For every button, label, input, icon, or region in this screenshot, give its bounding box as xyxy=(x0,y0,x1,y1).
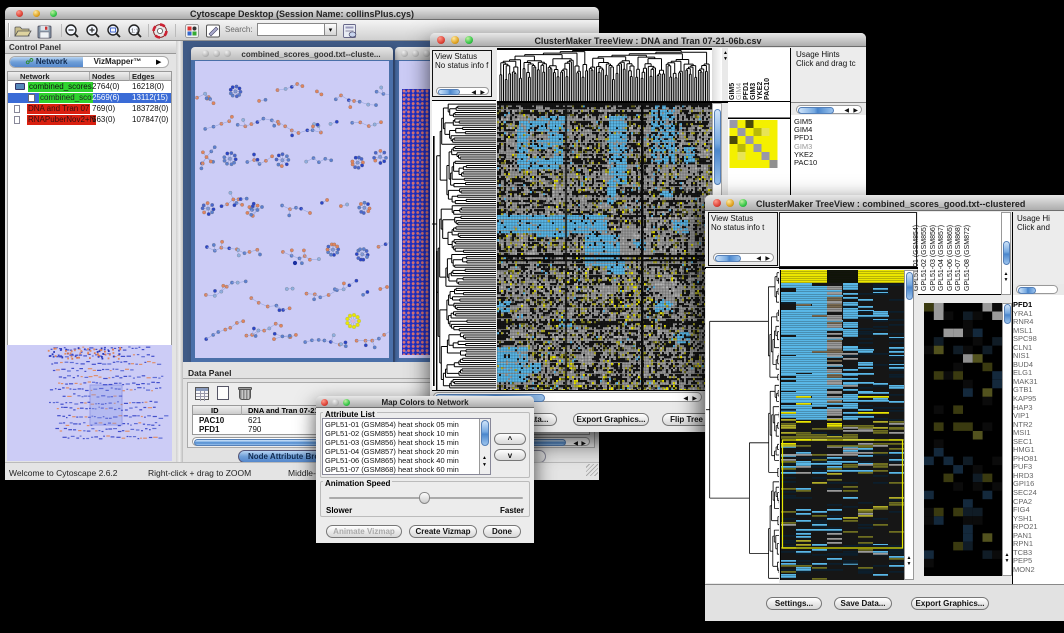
svg-text:1:1: 1:1 xyxy=(131,28,139,34)
